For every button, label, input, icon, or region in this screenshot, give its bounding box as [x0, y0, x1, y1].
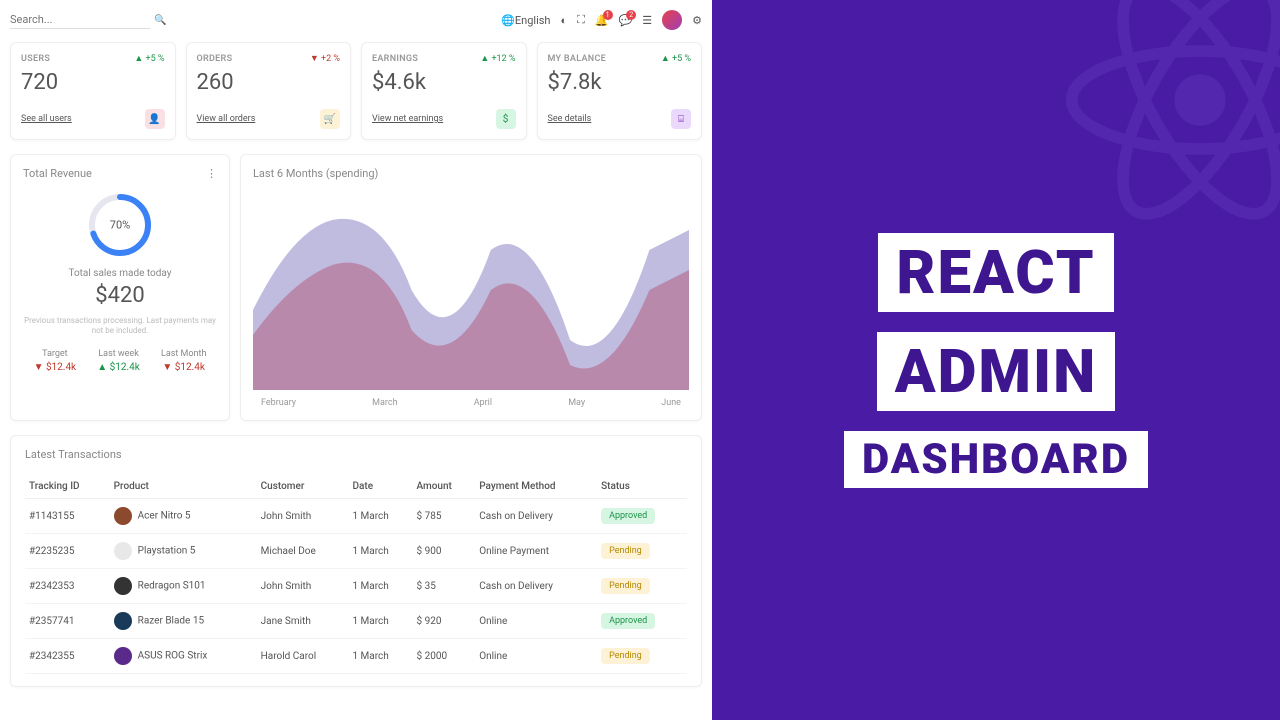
card-icon: ⌸	[671, 109, 691, 129]
status-badge: Pending	[601, 543, 650, 559]
search-icon[interactable]: 🔍	[154, 15, 166, 26]
table-header: Product	[110, 475, 257, 499]
table-row[interactable]: #1143155 Acer Nitro 5 John Smith 1 March…	[25, 499, 687, 534]
card-link[interactable]: See all users	[21, 114, 72, 124]
product-image	[114, 577, 132, 595]
list-icon[interactable]: ☰	[642, 14, 652, 27]
stat-card: ORDERS ▼ +2 % 260 View all orders 🛒	[186, 42, 352, 140]
donut-percent: 70%	[110, 219, 130, 232]
product-image	[114, 542, 132, 560]
table-row[interactable]: #2235235 Playstation 5 Michael Doe 1 Mar…	[25, 534, 687, 569]
card-icon: 🛒	[320, 109, 340, 129]
status-badge: Pending	[601, 578, 650, 594]
card-delta: ▲ +5 %	[134, 53, 164, 64]
more-icon[interactable]: ⋮	[206, 167, 217, 180]
transactions-title: Latest Transactions	[25, 448, 687, 461]
stat-card: EARNINGS ▲ +12 % $4.6k View net earnings…	[361, 42, 527, 140]
chart-title: Last 6 Months (spending)	[253, 167, 378, 180]
revenue-panel: Total Revenue ⋮ 70% Total sales made toda…	[10, 154, 230, 421]
card-delta: ▼ +2 %	[310, 53, 340, 64]
chart-month-label: May	[568, 398, 585, 408]
table-row[interactable]: #2342353 Redragon S101 John Smith 1 Marc…	[25, 569, 687, 604]
card-value: 260	[197, 70, 341, 95]
revenue-note: Previous transactions processing. Last p…	[23, 316, 217, 337]
language-selector[interactable]: 🌐English	[501, 14, 550, 27]
topbar: 🔍 🌐English ◐ ⛶ 🔔1 💬2 ☰ ⚙	[10, 10, 702, 30]
table-row[interactable]: #2357741 Razer Blade 15 Jane Smith 1 Mar…	[25, 604, 687, 639]
rev-stat: Last Month ▼ $12.4k	[161, 349, 206, 373]
card-link[interactable]: View all orders	[197, 114, 256, 124]
banner-word-2: ADMIN	[877, 332, 1116, 411]
status-badge: Approved	[601, 508, 655, 524]
card-delta: ▲ +12 %	[480, 53, 515, 64]
card-value: 720	[21, 70, 165, 95]
status-badge: Pending	[601, 648, 650, 664]
card-label: MY BALANCE	[548, 54, 607, 64]
stat-card: MY BALANCE ▲ +5 % $7.8k See details ⌸	[537, 42, 703, 140]
table-header: Tracking ID	[25, 475, 110, 499]
card-label: ORDERS	[197, 54, 233, 64]
notification-icon[interactable]: 🔔1	[595, 14, 609, 27]
stat-card: USERS ▲ +5 % 720 See all users 👤	[10, 42, 176, 140]
product-image	[114, 507, 132, 525]
table-row[interactable]: #2342355 ASUS ROG Strix Harold Carol 1 M…	[25, 639, 687, 674]
dark-mode-icon[interactable]: ◐	[560, 14, 567, 27]
revenue-amount: $420	[23, 283, 217, 308]
card-link[interactable]: See details	[548, 114, 592, 124]
product-image	[114, 612, 132, 630]
table-header: Amount	[413, 475, 476, 499]
rev-stat: Target ▼ $12.4k	[34, 349, 77, 373]
table-header: Customer	[257, 475, 349, 499]
rev-stat: Last week ▲ $12.4k	[97, 349, 140, 373]
chart-panel: Last 6 Months (spending) February March Ap…	[240, 154, 702, 421]
table-header: Status	[597, 475, 687, 499]
area-chart	[253, 190, 689, 390]
card-value: $4.6k	[372, 70, 516, 95]
chart-month-label: March	[372, 398, 397, 408]
transactions-table: Tracking IDProductCustomerDateAmountPaym…	[25, 475, 687, 674]
card-label: EARNINGS	[372, 54, 418, 64]
card-icon: 👤	[145, 109, 165, 129]
message-icon[interactable]: 💬2	[619, 14, 633, 27]
status-badge: Approved	[601, 613, 655, 629]
fullscreen-icon[interactable]: ⛶	[577, 13, 585, 27]
product-image	[114, 647, 132, 665]
gear-icon[interactable]: ⚙	[692, 14, 702, 27]
banner: REACT ADMIN DASHBOARD	[712, 0, 1280, 720]
avatar[interactable]	[662, 10, 682, 30]
card-icon: $	[496, 109, 516, 129]
chart-month-label: April	[474, 398, 492, 408]
banner-word-1: REACT	[878, 233, 1113, 312]
revenue-title: Total Revenue	[23, 167, 92, 180]
transactions-panel: Latest Transactions Tracking IDProductCu…	[10, 435, 702, 687]
chart-month-label: June	[661, 398, 681, 408]
revenue-subtitle: Total sales made today	[23, 268, 217, 279]
chart-month-label: February	[261, 398, 296, 408]
card-value: $7.8k	[548, 70, 692, 95]
table-header: Date	[348, 475, 412, 499]
table-header: Payment Method	[475, 475, 597, 499]
card-delta: ▲ +5 %	[661, 53, 691, 64]
search-input[interactable]	[10, 11, 150, 29]
banner-word-3: DASHBOARD	[844, 431, 1148, 488]
react-logo-icon	[1060, 0, 1280, 240]
card-label: USERS	[21, 54, 50, 64]
card-link[interactable]: View net earnings	[372, 114, 443, 124]
